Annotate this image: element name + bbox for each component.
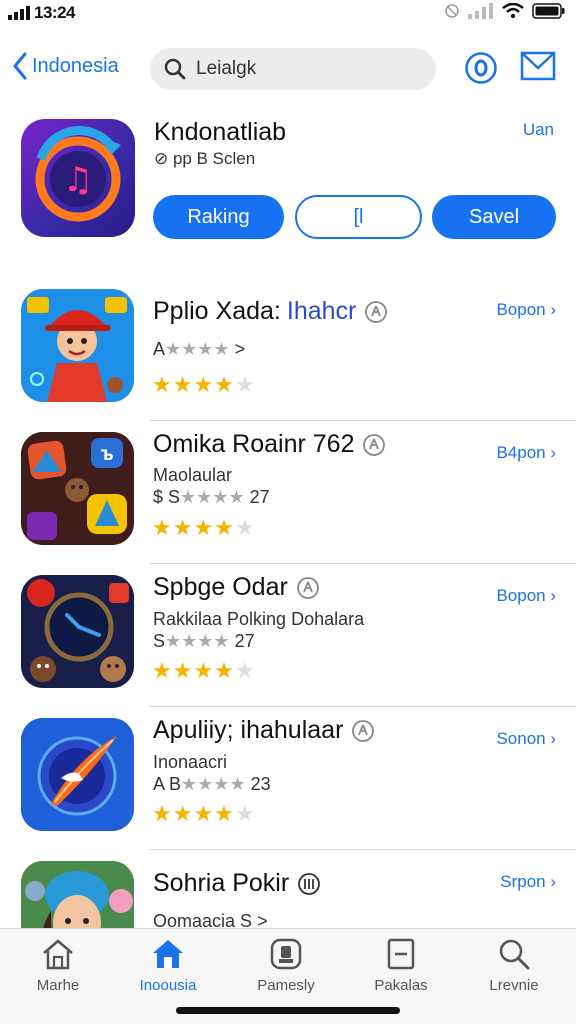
wifi-icon (502, 3, 524, 19)
app-name-accent: Ihahcr (286, 297, 357, 325)
chevron-left-icon (13, 52, 27, 80)
tab-games[interactable]: Pamesly (231, 937, 341, 994)
app-icon[interactable] (21, 289, 134, 402)
search-bar[interactable] (150, 48, 436, 90)
tab-packages[interactable]: Pakalas (346, 937, 456, 994)
featured-app-header: ♫ Kndonatliab ⊘ pp B Sclen Uan Raking [Ɩ… (0, 112, 576, 252)
music-logo-icon: ♫ (35, 126, 121, 222)
get-button[interactable]: B4pon › (496, 443, 556, 463)
back-label: Indonesia (32, 54, 119, 77)
get-button[interactable]: Srpon › (500, 872, 556, 892)
app-meta: S★★★★ 27 (153, 631, 255, 651)
tab-label: Pakalas (374, 977, 428, 994)
list-item[interactable]: Apuliiy; ihahulaar Inonaacri A B★★★★ 23 … (21, 707, 576, 850)
status-bar: 13:24 (0, 0, 576, 28)
account-circle-icon[interactable] (464, 51, 498, 85)
info-icon[interactable] (351, 719, 375, 743)
featured-corner-link[interactable]: Uan (523, 120, 554, 140)
cartoon-girl-icon (21, 289, 134, 402)
home-outline-icon (43, 939, 73, 970)
search-icon (499, 939, 530, 970)
tab-label: Lrevnie (489, 977, 539, 994)
tab-home[interactable]: Marhe (3, 937, 113, 994)
app-subtitle: Rakkilaa Polking Dohalara (153, 609, 365, 629)
app-icon[interactable] (21, 575, 134, 688)
do-not-disturb-icon (445, 4, 459, 18)
get-button[interactable]: Bopon › (496, 300, 556, 320)
info-icon[interactable] (297, 872, 321, 896)
rating-stars: ★★★★★ (152, 515, 256, 540)
tab-label: Marhe (36, 977, 80, 994)
rating-stars: ★★★★★ (152, 658, 256, 683)
tab-label: Pamesly (257, 977, 315, 994)
signal-bars-icon (468, 3, 493, 19)
info-icon[interactable] (364, 300, 388, 324)
featured-app-subtitle: ⊘ pp B Sclen (154, 149, 256, 168)
cellular-signal-icon (8, 6, 30, 20)
app-icon[interactable] (21, 718, 134, 831)
search-icon (164, 58, 186, 80)
battery-icon (532, 3, 565, 19)
search-input[interactable] (196, 58, 416, 80)
app-name: Omika Roainr 762 (153, 430, 355, 458)
svg-text:♫: ♫ (63, 160, 93, 200)
app-name: Sohria Pokir (153, 869, 290, 897)
list-item[interactable]: Ъ Omika Roainr 762 Maolaular $ S★★★★ 27 … (21, 421, 576, 564)
rating-stars: ★★★★★ (152, 801, 256, 826)
featured-app-icon[interactable]: ♫ (21, 119, 135, 237)
app-name: Apuliiy; ihahulaar (153, 716, 344, 744)
package-icon (387, 938, 415, 970)
tab-search[interactable]: Lrevnie (459, 937, 569, 994)
app-meta: A B★★★★ 23 (153, 774, 271, 794)
top-nav: Indonesia (0, 44, 576, 94)
back-button[interactable]: Indonesia (12, 52, 119, 80)
compass-feather-icon (21, 718, 134, 831)
app-icon[interactable]: Ъ (21, 432, 134, 545)
featured-app-title: Kndonatliab (154, 118, 287, 146)
app-subtitle: Maolaular (153, 465, 233, 485)
home-indicator[interactable] (176, 1007, 400, 1014)
clock-game-icon (21, 575, 134, 688)
app-list: Pplio Xada: Ihahcr A★★★★ > ★★★★★ Bopon ›… (0, 278, 576, 993)
home-filled-icon (153, 940, 183, 968)
list-item[interactable]: Pplio Xada: Ihahcr A★★★★ > ★★★★★ Bopon › (21, 278, 576, 421)
ranking-button[interactable]: Raking (153, 195, 284, 239)
list-item[interactable]: Spbge Odar Rakkilaa Polking Dohalara S★★… (21, 564, 576, 707)
share-button[interactable]: [Ɩ (295, 195, 422, 239)
info-icon[interactable] (296, 576, 320, 600)
get-button[interactable]: Sonon › (496, 729, 556, 749)
tiles-game-icon: Ъ (21, 432, 134, 545)
svg-text:Ъ: Ъ (100, 448, 113, 464)
save-button[interactable]: Savel (432, 195, 556, 239)
app-meta: $ S★★★★ 27 (153, 487, 270, 507)
app-meta: A★★★★ > (153, 339, 246, 359)
rating-stars: ★★★★★ (152, 372, 256, 397)
app-name: Pplio Xada: (153, 297, 281, 325)
tab-indonesia[interactable]: Inoousia (113, 937, 223, 994)
get-button[interactable]: Bopon › (496, 586, 556, 606)
mail-icon[interactable] (520, 50, 556, 82)
gamepad-icon (270, 938, 302, 970)
app-subtitle: Inonaacri (153, 752, 228, 772)
info-icon[interactable] (362, 433, 386, 457)
app-name: Spbge Odar (153, 573, 288, 601)
tab-label: Inoousia (139, 977, 197, 994)
status-time: 13:24 (34, 3, 75, 22)
